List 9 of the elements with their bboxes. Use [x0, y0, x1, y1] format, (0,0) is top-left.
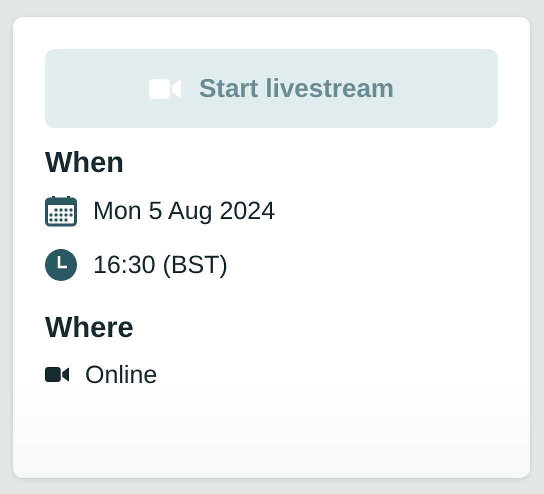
- section-heading: When: [45, 146, 125, 181]
- detail-text: Mon 5 Aug 2024: [93, 196, 276, 226]
- clock-icon: [45, 248, 77, 281]
- video-camera-icon: [45, 367, 69, 382]
- section-heading: Where: [45, 310, 135, 346]
- calendar-icon: [45, 194, 77, 227]
- video-camera-icon: [148, 78, 181, 98]
- detail-text: Online: [85, 360, 158, 390]
- detail-text: 16:30 (BST): [93, 250, 228, 280]
